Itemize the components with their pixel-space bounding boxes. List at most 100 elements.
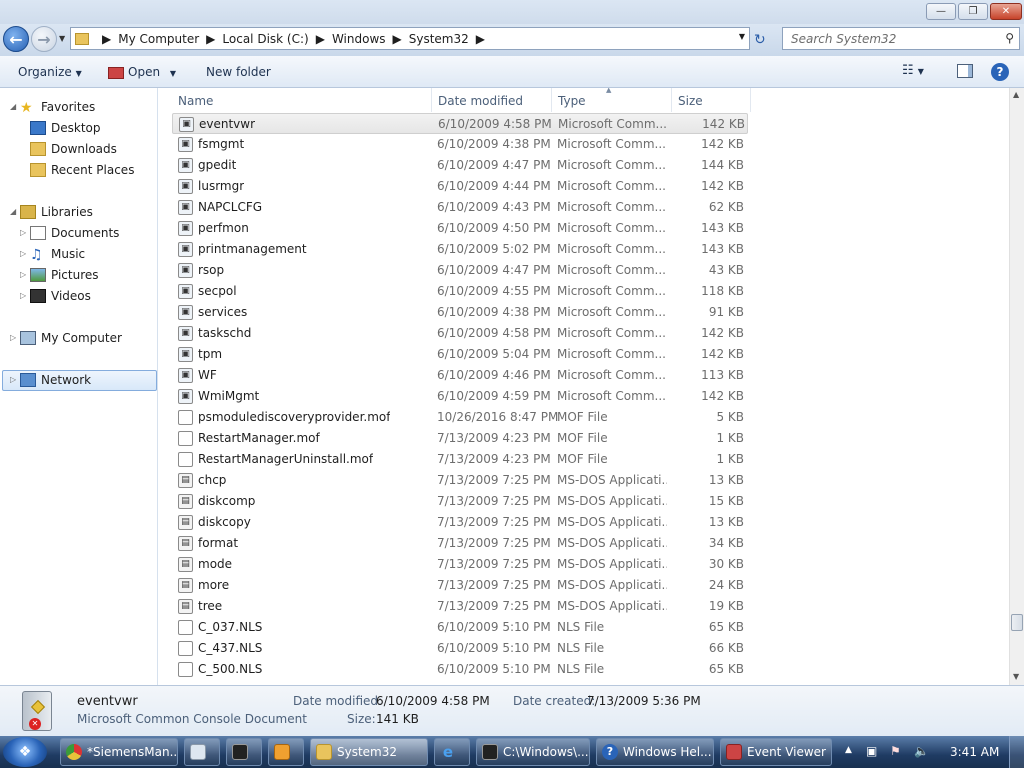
taskbar-item-cmd-window[interactable]: C:\Windows\...: [476, 738, 590, 766]
organize-button[interactable]: Organize ▼: [18, 65, 82, 79]
file-row[interactable]: C_437.NLS 6/10/2009 5:10 PM NLS File 66 KB: [172, 638, 748, 659]
file-row[interactable]: C_500.NLS 6/10/2009 5:10 PM NLS File 65 KB: [172, 659, 748, 680]
nav-item-my-computer[interactable]: My Computer: [20, 328, 122, 348]
file-row[interactable]: ▣ services 6/10/2009 4:38 PM Microsoft Comm…: [172, 302, 748, 323]
scrollbar-thumb[interactable]: [1011, 614, 1023, 631]
new-folder-button[interactable]: New folder: [206, 65, 271, 79]
nav-item-favorites[interactable]: ★ Favorites: [20, 97, 95, 117]
file-row[interactable]: ▣ WF 6/10/2009 4:46 PM Microsoft Comm... 113…: [172, 365, 748, 386]
file-row[interactable]: RestartManager.mof 7/13/2009 4:23 PM MOF F…: [172, 428, 748, 449]
expand-arrow-icon[interactable]: ◢: [10, 207, 16, 216]
column-header-name[interactable]: Name: [172, 88, 432, 112]
address-bar[interactable]: ▶ My Computer ▶ Local Disk (C:) ▶ Window…: [70, 27, 750, 50]
file-row[interactable]: C_037.NLS 6/10/2009 5:10 PM NLS File 65 KB: [172, 617, 748, 638]
breadcrumb-system32[interactable]: System32: [409, 32, 469, 46]
nav-item-downloads[interactable]: Downloads: [30, 139, 117, 159]
file-row[interactable]: ▤ tree 7/13/2009 7:25 PM MS-DOS Applicati..…: [172, 596, 748, 617]
help-icon[interactable]: ?: [991, 63, 1009, 81]
details-file-name: eventvwr: [77, 694, 138, 709]
back-button[interactable]: ←: [3, 26, 29, 52]
network-tray-icon[interactable]: ▣: [866, 744, 877, 758]
breadcrumb-local-disk[interactable]: Local Disk (C:): [222, 32, 308, 46]
taskbar-item-windows-help[interactable]: ? Windows Hel...: [596, 738, 714, 766]
show-hidden-icons-icon[interactable]: ▲: [845, 745, 852, 755]
expand-arrow-icon[interactable]: ▷: [20, 249, 26, 258]
start-button[interactable]: ❖: [3, 737, 47, 767]
file-row[interactable]: psmodulediscoveryprovider.mof 10/26/2016 …: [172, 407, 748, 428]
search-input[interactable]: Search System32 ⚲: [782, 27, 1020, 50]
file-row[interactable]: ▣ tpm 6/10/2009 5:04 PM Microsoft Comm... 14…: [172, 344, 748, 365]
open-button[interactable]: Open ▼: [108, 65, 176, 79]
nav-item-music[interactable]: ♫ Music: [30, 244, 85, 264]
file-row[interactable]: ▣ perfmon 6/10/2009 4:50 PM Microsoft Comm.…: [172, 218, 748, 239]
nav-item-recent-places[interactable]: Recent Places: [30, 160, 134, 180]
file-row[interactable]: ▣ fsmgmt 6/10/2009 4:38 PM Microsoft Comm..…: [172, 134, 748, 155]
breadcrumb-separator-icon[interactable]: ▶: [316, 32, 325, 46]
file-row[interactable]: ▤ chcp 7/13/2009 7:25 PM MS-DOS Applicati..…: [172, 470, 748, 491]
preview-pane-icon[interactable]: [957, 64, 973, 78]
forward-button[interactable]: →: [31, 26, 57, 52]
file-row[interactable]: ▣ taskschd 6/10/2009 4:58 PM Microsoft Comm…: [172, 323, 748, 344]
breadcrumb-separator-icon[interactable]: ▶: [476, 32, 485, 46]
expand-arrow-icon[interactable]: ▷: [20, 270, 26, 279]
nav-item-libraries[interactable]: Libraries: [20, 202, 93, 222]
file-type: Microsoft Comm...: [557, 347, 666, 361]
breadcrumb-windows[interactable]: Windows: [332, 32, 386, 46]
column-header-size[interactable]: Size: [672, 88, 751, 112]
close-button[interactable]: ✕: [990, 3, 1022, 20]
taskbar-item-cmd[interactable]: [226, 738, 262, 766]
file-row[interactable]: ▤ diskcopy 7/13/2009 7:25 PM MS-DOS Applica…: [172, 512, 748, 533]
taskbar-item-event-viewer[interactable]: Event Viewer: [720, 738, 832, 766]
recent-pages-dropdown-icon[interactable]: ▼: [59, 34, 65, 43]
taskbar-item-chrome[interactable]: *SiemensMan...: [60, 738, 178, 766]
file-row[interactable]: ▤ diskcomp 7/13/2009 7:25 PM MS-DOS Applica…: [172, 491, 748, 512]
expand-arrow-icon[interactable]: ▷: [20, 228, 26, 237]
breadcrumb-separator-icon[interactable]: ▶: [206, 32, 215, 46]
taskbar-item-notepad[interactable]: [184, 738, 220, 766]
taskbar-item-media[interactable]: [268, 738, 304, 766]
restore-button[interactable]: ❐: [958, 3, 988, 20]
vertical-scrollbar[interactable]: ▲ ▼: [1009, 88, 1024, 685]
file-row[interactable]: ▣ NAPCLCFG 6/10/2009 4:43 PM Microsoft Comm…: [172, 197, 748, 218]
breadcrumb-my-computer[interactable]: My Computer: [118, 32, 199, 46]
show-desktop-button[interactable]: [1009, 736, 1024, 768]
nav-item-videos[interactable]: Videos: [30, 286, 91, 306]
column-header-type[interactable]: Type ▲: [552, 88, 672, 112]
nav-item-network[interactable]: Network: [20, 370, 91, 390]
breadcrumb-separator-icon[interactable]: ▶: [393, 32, 402, 46]
file-row[interactable]: RestartManagerUninstall.mof 7/13/2009 4:2…: [172, 449, 748, 470]
refresh-icon[interactable]: ↻: [754, 32, 766, 48]
nav-item-documents[interactable]: Documents: [30, 223, 119, 243]
view-options-icon[interactable]: ☷ ▼: [902, 63, 924, 78]
address-dropdown-icon[interactable]: ▼: [739, 32, 745, 41]
volume-icon[interactable]: 🔈: [914, 744, 929, 758]
file-row[interactable]: ▣ printmanagement 6/10/2009 5:02 PM Microso…: [172, 239, 748, 260]
nav-item-desktop[interactable]: Desktop: [30, 118, 101, 138]
expand-arrow-icon[interactable]: ◢: [10, 102, 16, 111]
column-header-date[interactable]: Date modified: [432, 88, 552, 112]
file-row[interactable]: ▣ lusrmgr 6/10/2009 4:44 PM Microsoft Comm.…: [172, 176, 748, 197]
file-row[interactable]: ▤ more 7/13/2009 7:25 PM MS-DOS Applicati..…: [172, 575, 748, 596]
chevron-down-icon: ▼: [169, 69, 177, 78]
file-row[interactable]: ▣ WmiMgmt 6/10/2009 4:59 PM Microsoft Comm.…: [172, 386, 748, 407]
expand-arrow-icon[interactable]: ▷: [10, 333, 16, 342]
minimize-button[interactable]: —: [926, 3, 956, 20]
desktop-icon: [30, 121, 46, 135]
file-row[interactable]: ▤ format 7/13/2009 7:25 PM MS-DOS Applicati…: [172, 533, 748, 554]
clock[interactable]: 3:41 AM: [950, 745, 999, 759]
file-size: 1 KB: [716, 452, 744, 466]
scroll-up-icon[interactable]: ▲: [1013, 90, 1019, 99]
file-row[interactable]: ▣ gpedit 6/10/2009 4:47 PM Microsoft Comm..…: [172, 155, 748, 176]
scroll-down-icon[interactable]: ▼: [1013, 672, 1019, 681]
taskbar-item-ie[interactable]: e: [434, 738, 470, 766]
nav-item-pictures[interactable]: Pictures: [30, 265, 99, 285]
file-row[interactable]: ▣ secpol 6/10/2009 4:55 PM Microsoft Comm..…: [172, 281, 748, 302]
taskbar-item-system32[interactable]: System32: [310, 738, 428, 766]
file-row[interactable]: ▣ eventvwr 6/10/2009 4:58 PM Microsoft Comm…: [172, 113, 748, 134]
file-row[interactable]: ▤ mode 7/13/2009 7:25 PM MS-DOS Applicati..…: [172, 554, 748, 575]
expand-arrow-icon[interactable]: ▷: [20, 291, 26, 300]
action-center-icon[interactable]: ⚑: [890, 744, 901, 758]
file-row[interactable]: ▣ rsop 6/10/2009 4:47 PM Microsoft Comm... 4…: [172, 260, 748, 281]
expand-arrow-icon[interactable]: ▷: [10, 375, 16, 384]
nav-item-label: My Computer: [41, 331, 122, 345]
